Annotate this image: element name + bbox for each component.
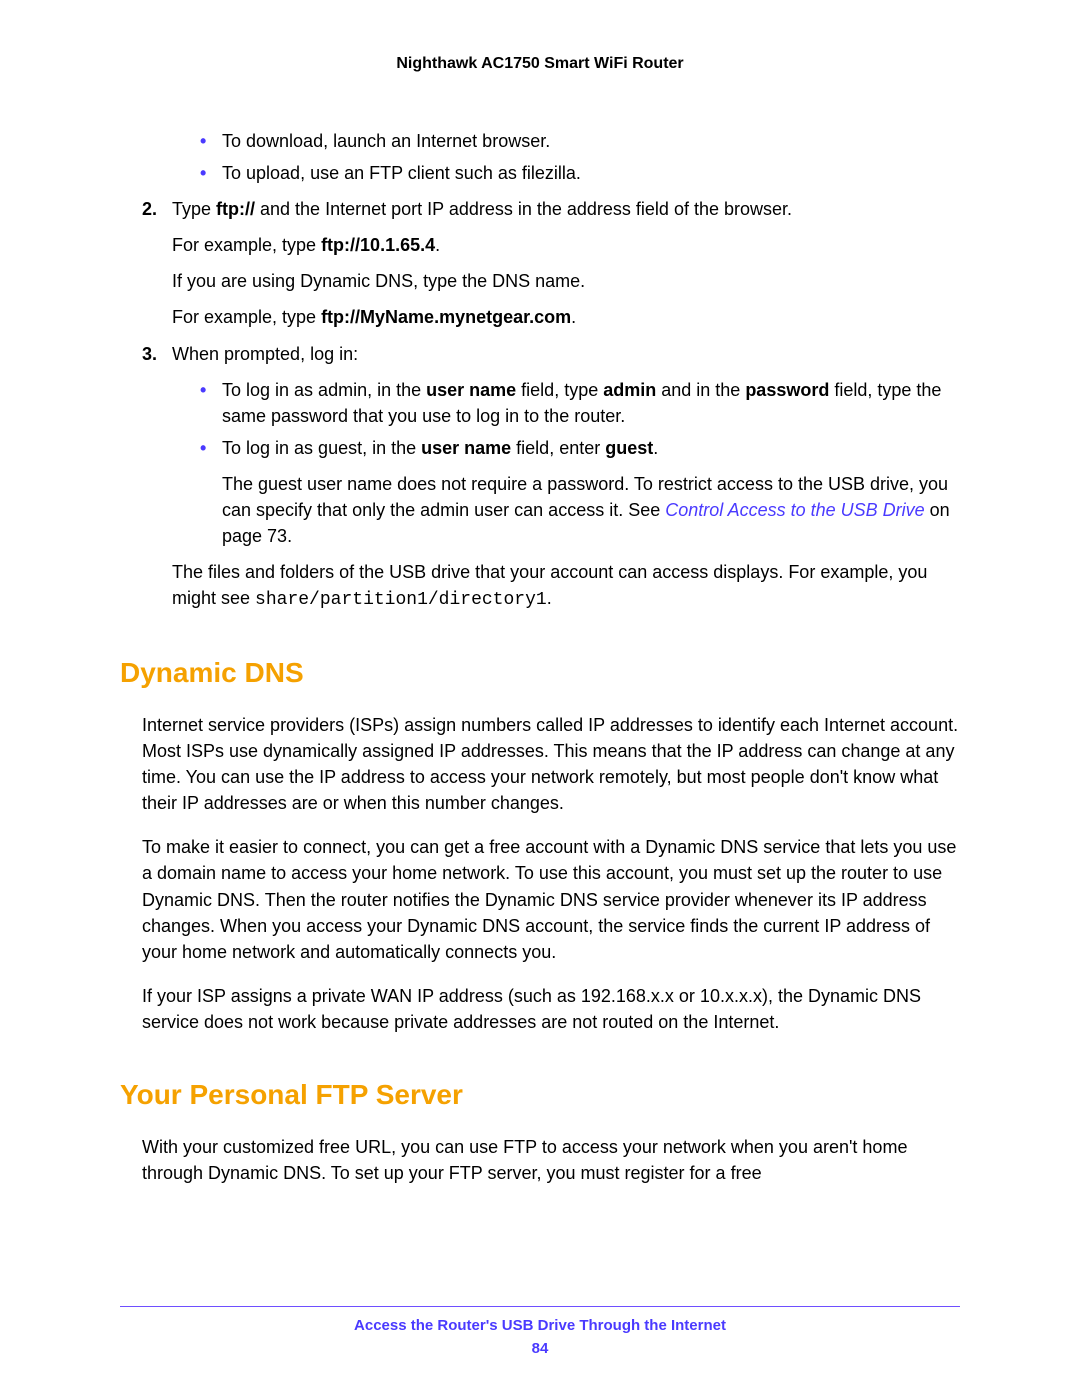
page-content: To download, launch an Internet browser.… [120, 128, 960, 1186]
guest-mid: field, enter [511, 438, 605, 458]
guest-b1: user name [421, 438, 511, 458]
ex1-bold: ftp://10.1.65.4 [321, 235, 435, 255]
ex2-bold: ftp://MyName.mynetgear.com [321, 307, 571, 327]
ex1-post: . [435, 235, 440, 255]
admin-mid1: field, type [516, 380, 603, 400]
files-post: . [547, 588, 552, 608]
page-footer: Access the Router's USB Drive Through th… [120, 1306, 960, 1357]
step-2-ftp: ftp:// [216, 199, 255, 219]
link-control-access-usb[interactable]: Control Access to the USB Drive [665, 500, 924, 520]
guest-post: . [653, 438, 658, 458]
admin-pre: To log in as admin, in the [222, 380, 426, 400]
step-3: 3. When prompted, log in: [120, 341, 960, 367]
step-2-dns-note: If you are using Dynamic DNS, type the D… [120, 268, 960, 294]
bullet-upload: To upload, use an FTP client such as fil… [200, 160, 960, 186]
files-note: The files and folders of the USB drive t… [120, 559, 960, 613]
bullet-admin-login: To log in as admin, in the user name fie… [200, 377, 960, 429]
admin-mid2: and in the [656, 380, 745, 400]
bullet-list-top: To download, launch an Internet browser.… [120, 128, 960, 186]
ex1-pre: For example, type [172, 235, 321, 255]
bullet-guest-login: To log in as guest, in the user name fie… [200, 435, 960, 461]
step-3-text: When prompted, log in: [172, 344, 358, 364]
step-2-text-pre: Type [172, 199, 216, 219]
admin-b2: admin [603, 380, 656, 400]
ex2-post: . [571, 307, 576, 327]
dyn-p2: To make it easier to connect, you can ge… [120, 834, 960, 964]
guest-b2: guest [605, 438, 653, 458]
footer-divider [120, 1306, 960, 1307]
heading-personal-ftp: Your Personal FTP Server [120, 1075, 960, 1116]
step-3-number: 3. [142, 341, 157, 367]
step-2-number: 2. [142, 196, 157, 222]
step-2-example-2: For example, type ftp://MyName.mynetgear… [120, 304, 960, 330]
heading-dynamic-dns: Dynamic DNS [120, 653, 960, 694]
guest-pre: To log in as guest, in the [222, 438, 421, 458]
admin-b3: password [745, 380, 829, 400]
dyn-p3: If your ISP assigns a private WAN IP add… [120, 983, 960, 1035]
step-2-text-post: and the Internet port IP address in the … [255, 199, 792, 219]
step-2: 2. Type ftp:// and the Internet port IP … [120, 196, 960, 222]
footer-page-number: 84 [120, 1340, 960, 1357]
step-2-example-1: For example, type ftp://10.1.65.4. [120, 232, 960, 258]
files-mono: share/partition1/directory1 [255, 590, 547, 610]
bullet-download: To download, launch an Internet browser. [200, 128, 960, 154]
step-3-bullets: To log in as admin, in the user name fie… [120, 377, 960, 461]
ftp-p1: With your customized free URL, you can u… [120, 1134, 960, 1186]
guest-note: The guest user name does not require a p… [120, 471, 960, 549]
page-header: Nighthawk AC1750 Smart WiFi Router [120, 55, 960, 73]
footer-title: Access the Router's USB Drive Through th… [120, 1317, 960, 1334]
document-page: Nighthawk AC1750 Smart WiFi Router To do… [0, 0, 1080, 1397]
dyn-p1: Internet service providers (ISPs) assign… [120, 712, 960, 816]
admin-b1: user name [426, 380, 516, 400]
ex2-pre: For example, type [172, 307, 321, 327]
